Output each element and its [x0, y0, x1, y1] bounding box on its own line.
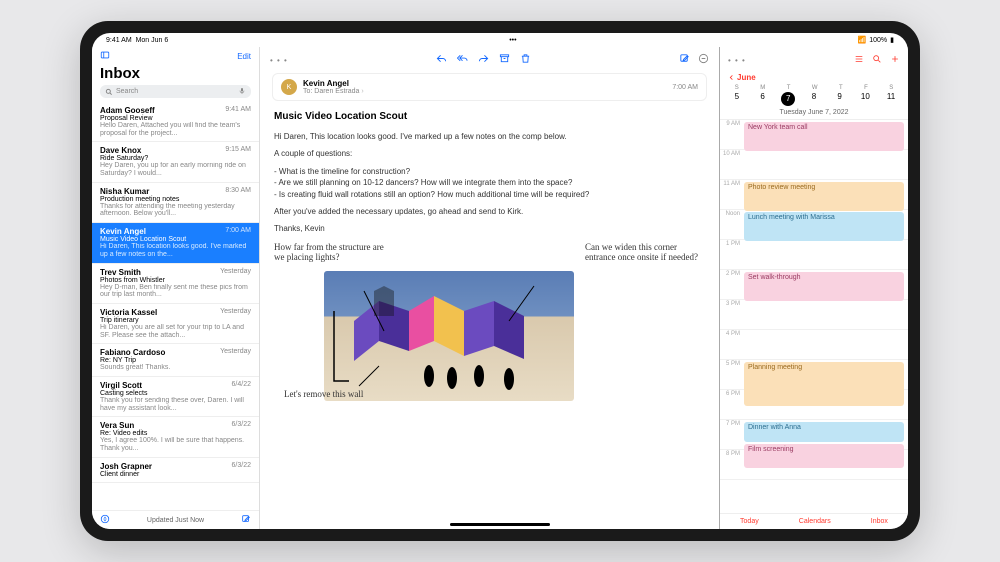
calendar-footer-button[interactable]: Today — [740, 518, 759, 525]
list-view-icon[interactable] — [854, 51, 864, 69]
message-list: Adam Gooseff9:41 AMProposal ReviewHello … — [92, 102, 259, 510]
status-bar: 9:41 AM Mon Jun 6 ••• 📶 100% ▮ — [92, 33, 908, 47]
recipient-line: To: Daren Estrada › — [303, 88, 666, 95]
battery-pct: 100% — [869, 37, 887, 44]
message-item[interactable]: Josh Grapner6/3/22Client dinner — [92, 458, 259, 483]
mail-body-pane: • • • K Kevin — [260, 47, 720, 529]
reply-all-icon[interactable] — [457, 51, 468, 69]
message-item[interactable]: Vera Sun6/3/22Re: Video editsYes, I agre… — [92, 417, 259, 457]
message-item[interactable]: Fabiano CardosoYesterdayRe: NY TripSound… — [92, 344, 259, 377]
filter-icon[interactable] — [100, 514, 110, 526]
photo-illustration — [324, 271, 574, 401]
compose-icon[interactable] — [241, 514, 251, 526]
search-icon[interactable] — [872, 51, 882, 69]
inbox-title: Inbox — [92, 65, 259, 85]
search-input[interactable]: Search — [100, 85, 251, 98]
home-indicator[interactable] — [450, 523, 550, 526]
message-item[interactable]: Dave Knox9:15 AMRide Saturday?Hey Daren,… — [92, 142, 259, 182]
annotation-text: Let's remove this wall — [284, 390, 363, 400]
day-cell[interactable]: 9 — [833, 92, 847, 106]
calendar-footer: Today Calendars Inbox — [720, 513, 908, 529]
calendar-footer-button[interactable]: Inbox — [871, 518, 888, 525]
month-back-button[interactable]: June — [720, 73, 908, 82]
photo — [324, 271, 574, 401]
selected-date-label: Tuesday June 7, 2022 — [720, 109, 908, 120]
day-cell[interactable]: 7 — [781, 92, 795, 106]
message-subject: Music Video Location Scout — [274, 111, 705, 122]
trash-icon[interactable] — [520, 51, 531, 69]
day-cell[interactable]: 10 — [858, 92, 872, 106]
message-item[interactable]: Victoria KasselYesterdayTrip itineraryHi… — [92, 304, 259, 344]
message-content: Music Video Location Scout Hi Daren, Thi… — [260, 101, 719, 418]
calendar-footer-button[interactable]: Calendars — [799, 518, 831, 525]
multitask-dots-icon[interactable]: ••• — [509, 37, 516, 44]
sidebar-toggle-icon[interactable] — [100, 50, 110, 62]
calendar-event[interactable]: Lunch meeting with Marissa — [744, 212, 904, 241]
message-item[interactable]: Trev SmithYesterdayPhotos from WhistlerH… — [92, 264, 259, 304]
calendar-event[interactable]: Dinner with Anna — [744, 422, 904, 442]
status-date: Mon Jun 6 — [136, 37, 169, 44]
calendar-event[interactable]: New York team call — [744, 122, 904, 151]
compose-icon[interactable] — [679, 51, 690, 69]
message-header[interactable]: K Kevin Angel To: Daren Estrada › 7:00 A… — [272, 73, 707, 101]
multitask-dots-icon[interactable]: • • • — [270, 56, 288, 65]
day-cell[interactable]: 11 — [884, 92, 898, 106]
status-time: 9:41 AM — [106, 37, 132, 44]
agenda-view[interactable]: 9 AM10 AM11 AMNoon1 PM2 PM3 PM4 PM5 PM6 … — [720, 120, 908, 513]
days-row: 56789 10 11 — [720, 92, 908, 109]
screen: 9:41 AM Mon Jun 6 ••• 📶 100% ▮ Edit Inbo… — [92, 33, 908, 529]
multitask-dots-icon[interactable]: • • • — [728, 56, 746, 65]
day-cell[interactable]: 8 — [807, 92, 821, 106]
ipad-frame: 9:41 AM Mon Jun 6 ••• 📶 100% ▮ Edit Inbo… — [80, 21, 920, 541]
message-item[interactable]: Adam Gooseff9:41 AMProposal ReviewHello … — [92, 102, 259, 142]
calendar-event[interactable]: Photo review meeting — [744, 182, 904, 211]
annotation-text: How far from the structure are we placin… — [274, 243, 394, 263]
message-item[interactable]: Kevin Angel7:00 AMMusic Video Location S… — [92, 223, 259, 263]
battery-icon: ▮ — [890, 36, 894, 44]
calendar-event[interactable]: Planning meeting — [744, 362, 904, 406]
search-icon — [105, 88, 113, 96]
updated-label: Updated Just Now — [147, 517, 204, 524]
dictate-icon[interactable] — [238, 87, 246, 97]
sender-name: Kevin Angel — [303, 79, 666, 88]
attachment-image[interactable]: How far from the structure are we placin… — [274, 243, 705, 408]
mail-sidebar: Edit Inbox Search Adam Gooseff9:41 AMPro… — [92, 47, 260, 529]
message-item[interactable]: Virgil Scott6/4/22Casting selectsThank y… — [92, 377, 259, 417]
calendar-event[interactable]: Film screening — [744, 444, 904, 468]
remove-split-icon[interactable] — [698, 51, 709, 69]
reply-icon[interactable] — [436, 51, 447, 69]
annotation-text: Can we widen this corner entrance once o… — [585, 243, 705, 263]
edit-button[interactable]: Edit — [237, 52, 251, 61]
add-event-icon[interactable] — [890, 51, 900, 69]
signal-icon: 📶 — [858, 36, 867, 44]
calendar-pane: • • • June SMTWTFS 56789 10 11 Tuesday Jun… — [720, 47, 908, 529]
forward-icon[interactable] — [478, 51, 489, 69]
chevron-left-icon — [728, 74, 735, 81]
day-cell[interactable]: 6 — [756, 92, 770, 106]
message-item[interactable]: Nisha Kumar8:30 AMProduction meeting not… — [92, 183, 259, 223]
calendar-event[interactable]: Set walk-through — [744, 272, 904, 301]
weekday-row: SMTWTFS — [720, 82, 908, 92]
message-time: 7:00 AM — [672, 84, 698, 91]
sender-avatar: K — [281, 79, 297, 95]
archive-icon[interactable] — [499, 51, 510, 69]
day-cell[interactable]: 5 — [730, 92, 744, 106]
